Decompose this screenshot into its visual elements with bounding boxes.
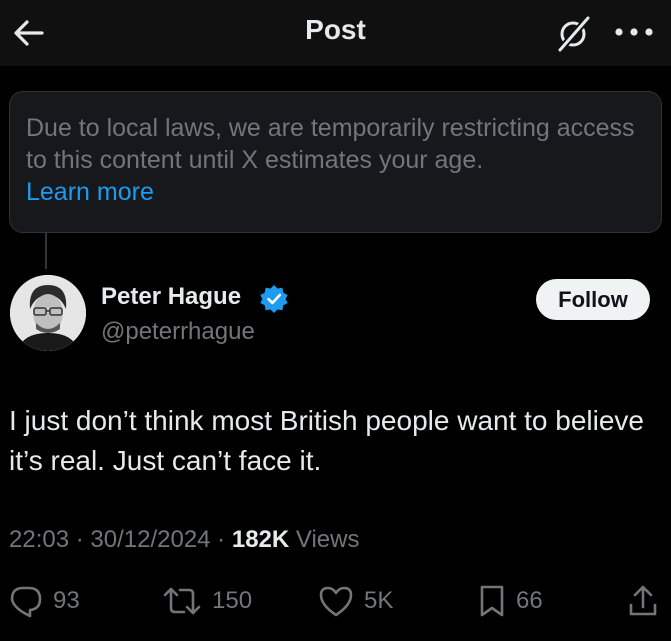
avatar[interactable] (10, 275, 86, 351)
follow-button[interactable]: Follow (536, 279, 650, 320)
verified-badge-icon (260, 285, 288, 313)
grok-icon (556, 14, 592, 54)
bookmark-count: 66 (516, 587, 543, 614)
repost-count: 150 (212, 587, 253, 614)
reply-count: 93 (53, 587, 80, 614)
post-time[interactable]: 22:03 (9, 526, 69, 553)
share-icon (629, 585, 657, 616)
more-icon (615, 28, 653, 36)
reply-button[interactable]: 93 (9, 583, 80, 619)
like-icon (319, 586, 353, 617)
repost-icon (163, 587, 201, 615)
views-count: 182K (231, 526, 290, 553)
views-label: Views (295, 526, 360, 553)
post-date[interactable]: 30/12/2024 (90, 526, 210, 553)
bookmark-button[interactable]: 66 (478, 583, 543, 619)
like-button[interactable]: 5K (318, 583, 393, 619)
top-bar: Post (0, 0, 671, 66)
post-text: I just don’t think most British people w… (9, 405, 645, 476)
post-meta: 22:03 · 30/12/2024 · 182K Views (9, 526, 360, 553)
author-handle[interactable]: @peterrhague (101, 318, 255, 346)
avatar-photo (10, 275, 86, 351)
thread-line (45, 233, 47, 269)
notice-text: Due to local laws, we are temporarily re… (26, 114, 635, 174)
age-restriction-notice: Due to local laws, we are temporarily re… (9, 91, 662, 233)
learn-more-link[interactable]: Learn more (26, 176, 154, 208)
more-button[interactable] (610, 14, 660, 50)
reply-icon (10, 586, 42, 618)
grok-button[interactable] (552, 12, 596, 54)
like-count: 5K (364, 587, 394, 614)
repost-button[interactable]: 150 (162, 583, 252, 619)
bookmark-icon (480, 585, 504, 617)
share-button[interactable] (627, 583, 659, 619)
author-name[interactable]: Peter Hague (101, 283, 241, 311)
